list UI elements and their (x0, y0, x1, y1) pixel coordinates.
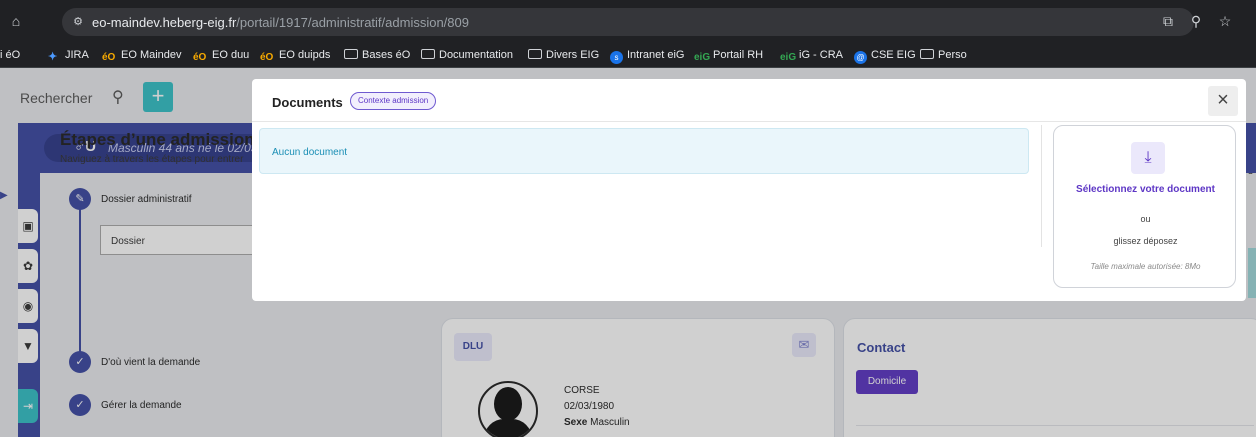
modal-title: Documents (272, 95, 343, 110)
intranet-icon: s (610, 51, 623, 64)
download-icon[interactable]: ⤓ (1131, 142, 1165, 174)
folder-icon (344, 49, 358, 59)
divider (1041, 125, 1042, 247)
bookmark-item[interactable]: Divers EIG (528, 47, 599, 63)
documents-modal: Documents Contexte admission × Aucun doc… (252, 79, 1246, 301)
context-tag: Contexte admission (350, 92, 437, 110)
eo-icon: éO (193, 52, 207, 63)
home-icon[interactable]: ⌂ (8, 13, 24, 29)
bookmark-item[interactable]: @ CSE EIG (854, 47, 916, 64)
zoom-icon[interactable]: ⚲ (1187, 12, 1205, 30)
folder-icon (421, 49, 435, 59)
empty-message: Aucun document (272, 147, 348, 158)
portal-icon: eiG (780, 52, 797, 63)
upload-drag-text: glissez déposez (1113, 236, 1178, 246)
bookmark-item[interactable]: eiG Portail RH (694, 47, 763, 63)
upload-max-size: Taille maximale autorisée: 8Mo (1090, 262, 1201, 271)
folder-icon (920, 49, 934, 59)
folder-icon (528, 49, 542, 59)
bookmark-item[interactable]: eiG iG - CRA (780, 47, 843, 63)
site-settings-icon[interactable]: ⚙ (70, 14, 86, 30)
cse-icon: @ (854, 51, 867, 64)
bookmark-item[interactable]: éO EO duipds (260, 47, 330, 63)
portal-icon: eiG (694, 52, 711, 63)
bookmark-item[interactable]: i éO (0, 47, 20, 63)
eo-icon: éO (260, 52, 274, 63)
upload-dropzone[interactable]: ⤓ Sélectionnez votre document ou glissez… (1053, 125, 1236, 288)
bookmark-item[interactable]: ✦ JIRA (48, 47, 89, 63)
select-document-link[interactable]: Sélectionnez votre document (1054, 184, 1237, 195)
close-button[interactable]: × (1208, 86, 1238, 116)
bookmark-item[interactable]: éO EO Maindev (102, 47, 182, 63)
eo-icon: éO (102, 52, 116, 63)
bookmark-item[interactable]: Bases éO (344, 47, 410, 63)
jira-icon: ✦ (48, 51, 58, 63)
address-bar[interactable]: ⚙ eo-maindev.heberg-eig.fr/portail/1917/… (62, 8, 1194, 36)
browser-toolbar: ⌂ ⚙ eo-maindev.heberg-eig.fr/portail/191… (0, 0, 1256, 42)
bookmark-item[interactable]: Perso (920, 47, 967, 63)
bookmarks-bar: i éO ✦ JIRA éO EO Maindev éO EO duu éO EO du… (0, 42, 1256, 68)
url-text: eo-maindev.heberg-eig.fr/portail/1917/ad… (92, 15, 469, 30)
bookmark-item[interactable]: s Intranet eiG (610, 47, 684, 64)
upload-or-text: ou (1140, 214, 1151, 224)
bookmark-item[interactable]: éO EO duu (193, 47, 249, 63)
empty-documents-box: Aucun document (259, 128, 1029, 174)
install-app-icon[interactable]: ⧉ (1159, 12, 1177, 30)
divider (252, 121, 1246, 122)
bookmark-item[interactable]: Documentation (421, 47, 513, 63)
bookmark-star-icon[interactable]: ☆ (1216, 12, 1234, 30)
